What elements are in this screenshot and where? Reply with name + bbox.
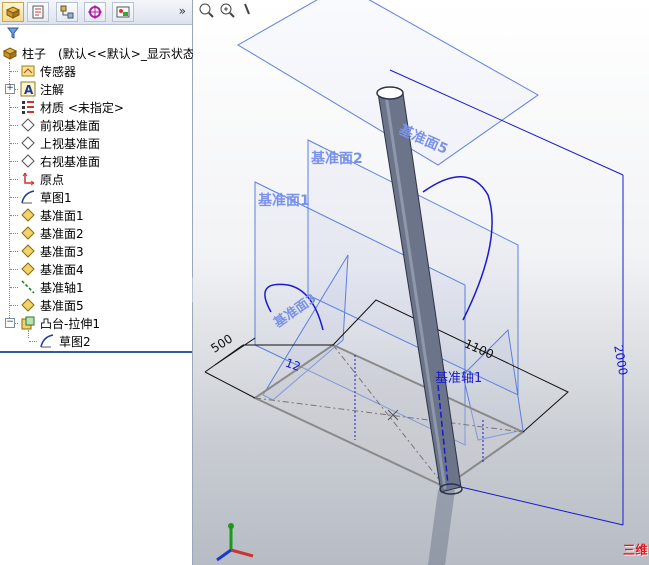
feature-manager-panel: » 柱子 (默认<<默认>_显示状态 传感器 + A 注解 材质 <未指定> 前…	[0, 0, 195, 565]
plane-icon	[21, 208, 35, 222]
tree-item-label: 注解	[40, 83, 65, 97]
plane-icon	[21, 136, 35, 150]
annotation-icon: A	[20, 81, 36, 97]
sensor-icon	[21, 65, 35, 77]
property-manager-icon	[32, 5, 44, 19]
plane-2-label: 基准面2	[311, 150, 363, 167]
plane-icon	[21, 262, 35, 276]
reference-triad	[216, 523, 254, 562]
part-icon	[2, 47, 18, 60]
tree-item-plane1[interactable]: 基准面1	[0, 206, 192, 224]
tree-item-sketch1[interactable]: 草图1	[0, 188, 192, 206]
tree-item-label: 传感器	[40, 65, 77, 79]
collapse-toggle[interactable]: −	[5, 318, 15, 328]
material-icon	[22, 101, 34, 114]
expand-toggle[interactable]: +	[5, 84, 15, 94]
tree-item-label: 基准面5	[40, 299, 84, 313]
tree-item-front-plane[interactable]: 前视基准面	[0, 116, 192, 134]
tree-item-label: 基准面2	[40, 227, 84, 241]
tree-item-label: 基准轴1	[40, 281, 84, 295]
more-tabs-chevron[interactable]: »	[179, 4, 186, 18]
part-name: 柱子	[22, 47, 47, 61]
extrude-icon	[21, 316, 35, 330]
configuration-manager-icon	[60, 5, 74, 19]
tree-item-origin[interactable]: 原点	[0, 170, 192, 188]
panel-toolbar: »	[0, 0, 192, 25]
zoom-to-area-icon	[220, 3, 235, 18]
display-manager-tab[interactable]	[112, 2, 134, 22]
axis-icon	[21, 280, 35, 294]
tree-item-sketch2[interactable]: 草图2	[0, 332, 192, 350]
part-state: (默认<<默认>_显示状态	[58, 47, 195, 61]
tree-item-label: 基准面3	[40, 245, 84, 259]
feature-manager-icon	[5, 6, 21, 19]
tree-item-label: 原点	[40, 173, 65, 187]
filter-icon[interactable]	[7, 27, 19, 39]
dimxpert-tab[interactable]	[84, 2, 106, 22]
plane-icon	[21, 226, 35, 240]
tree-item-label: 草图1	[40, 191, 72, 205]
dim-500: 500	[208, 331, 235, 355]
tree-item-label: 基准面4	[40, 263, 84, 277]
feature-manager-tab[interactable]	[2, 2, 24, 22]
tree-item-annotations[interactable]: + A 注解	[0, 80, 192, 98]
axis-1-label: 基准轴1	[435, 371, 482, 386]
tree-item-top-plane[interactable]: 上视基准面	[0, 134, 192, 152]
previous-view-icon	[244, 3, 250, 15]
origin-icon	[22, 172, 35, 186]
configuration-manager-tab[interactable]	[56, 2, 78, 22]
model-view: 500 1100 12 基准轴1 2000 基准面5 基准面2 基准面1 基准面…	[204, 0, 630, 565]
plane-icon	[21, 118, 35, 132]
panel-divider	[0, 351, 192, 353]
filter-row	[0, 25, 192, 41]
plane-icon	[21, 244, 35, 258]
tree-item-label: 前视基准面	[40, 119, 101, 133]
tree-item-axis1[interactable]: 基准轴1	[0, 278, 192, 296]
property-manager-tab[interactable]	[27, 2, 49, 22]
svg-text:A: A	[24, 83, 34, 97]
tree-item-label: 草图2	[59, 335, 91, 349]
plane-1-label: 基准面1	[258, 192, 310, 209]
plane-icon	[21, 298, 35, 312]
view-toolbar	[199, 3, 250, 18]
tree-item-right-plane[interactable]: 右视基准面	[0, 152, 192, 170]
dim-2000: 2000	[611, 344, 630, 377]
tree-root[interactable]: 柱子 (默认<<默认>_显示状态	[0, 44, 195, 62]
tree-item-plane5[interactable]: 基准面5	[0, 296, 192, 314]
sketch-icon	[21, 190, 35, 204]
tree-item-sensors[interactable]: 传感器	[0, 62, 192, 80]
graphics-viewport[interactable]: 500 1100 12 基准轴1 2000 基准面5 基准面2 基准面1 基准面…	[193, 0, 649, 565]
tree-item-label: 上视基准面	[40, 137, 101, 151]
display-manager-icon	[116, 6, 130, 18]
plane-icon	[21, 154, 35, 168]
tree-item-plane3[interactable]: 基准面3	[0, 242, 192, 260]
tree-item-label: 材质 <未指定>	[40, 101, 124, 115]
tree-item-extrude1[interactable]: − 凸台-拉伸1	[0, 314, 192, 332]
tree-item-plane4[interactable]: 基准面4	[0, 260, 192, 278]
tree-item-label: 基准面1	[40, 209, 84, 223]
tree-item-material[interactable]: 材质 <未指定>	[0, 98, 192, 116]
watermark: 三维网www.3dportal.cn	[623, 543, 649, 557]
tree-item-plane2[interactable]: 基准面2	[0, 224, 192, 242]
tree-item-label: 凸台-拉伸1	[40, 317, 100, 331]
zoom-to-fit-icon	[199, 3, 214, 18]
dimxpert-icon	[88, 5, 102, 19]
sketch-icon	[40, 334, 54, 348]
tree-item-label: 右视基准面	[40, 155, 101, 169]
